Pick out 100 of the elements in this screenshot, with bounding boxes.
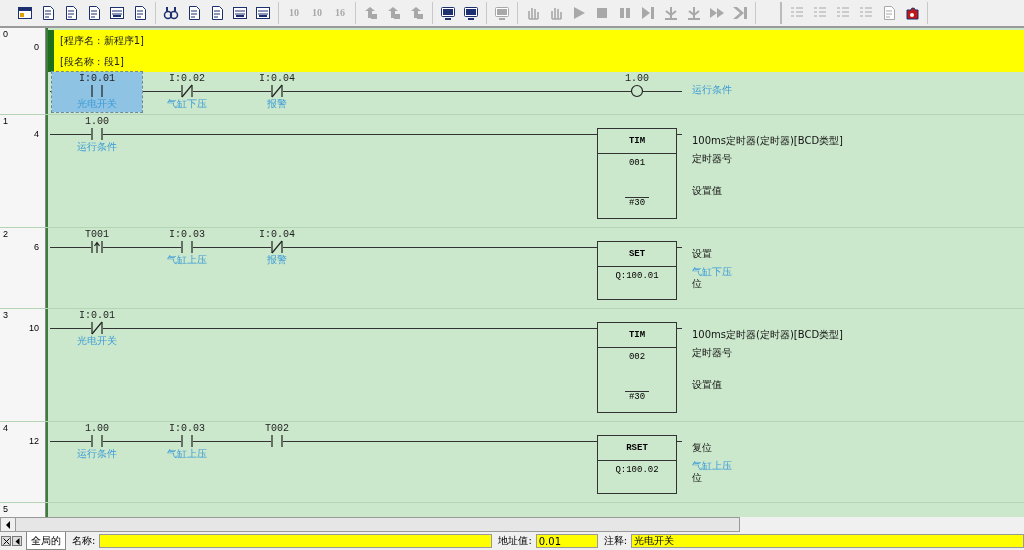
step-number: 10 bbox=[29, 323, 39, 333]
closed-contact-symbol bbox=[269, 240, 285, 254]
operand: 002 bbox=[628, 352, 646, 362]
step-icon bbox=[686, 5, 702, 21]
instruction-comment: 定时器号 bbox=[692, 153, 733, 165]
instruction-name: SET bbox=[598, 242, 676, 267]
step-number: 6 bbox=[34, 242, 39, 252]
instruction-comment: 位 bbox=[692, 472, 703, 484]
contact-comment: 报警 bbox=[267, 98, 287, 110]
panel-icon bbox=[232, 5, 248, 21]
contact-address: I:0.01 bbox=[79, 73, 115, 84]
scroll-left-button[interactable] bbox=[1, 518, 16, 531]
comment-label: 注释: bbox=[603, 534, 628, 548]
monitor-icon bbox=[463, 5, 479, 21]
contact-comment: 报警 bbox=[267, 254, 287, 266]
binoculars-icon bbox=[163, 5, 179, 21]
instruction-name: TIM bbox=[598, 129, 676, 154]
contact-address: I:0.02 bbox=[169, 73, 205, 84]
panel-icon bbox=[255, 5, 271, 21]
contact-comment: 气缸上压 bbox=[167, 448, 207, 460]
document-icon bbox=[63, 5, 79, 21]
coil-address: 1.00 bbox=[625, 73, 649, 84]
step-number: 0 bbox=[34, 42, 39, 52]
rung-number: 1 bbox=[3, 116, 8, 126]
contact-comment: 气缸上压 bbox=[167, 254, 207, 266]
contact-address: I:0.04 bbox=[259, 73, 295, 84]
contact-symbol bbox=[179, 434, 195, 448]
contact-symbol bbox=[179, 240, 195, 254]
document-icon bbox=[881, 5, 897, 21]
window-icon bbox=[17, 5, 33, 21]
step-number: 12 bbox=[29, 436, 39, 446]
contact-comment: 光电开关 bbox=[77, 98, 117, 110]
contact-address: T001 bbox=[85, 229, 109, 240]
contact-address: T002 bbox=[265, 423, 289, 434]
skip-icon bbox=[732, 5, 748, 21]
contact-comment: 运行条件 bbox=[77, 448, 117, 460]
step-number: 4 bbox=[34, 129, 39, 139]
instruction-comment: 位 bbox=[692, 278, 703, 290]
closed-contact-symbol bbox=[89, 321, 105, 335]
rising-edge-contact-symbol bbox=[89, 240, 105, 254]
step-icon bbox=[663, 5, 679, 21]
operand: Q:100.02 bbox=[615, 465, 659, 475]
contact-symbol bbox=[89, 84, 105, 98]
closed-contact-symbol bbox=[179, 84, 195, 98]
instruction-comment: 设置值 bbox=[692, 185, 723, 197]
step-icon bbox=[640, 5, 656, 21]
rung-number: 2 bbox=[3, 229, 8, 239]
document-icon bbox=[132, 5, 148, 21]
contact-symbol bbox=[89, 127, 105, 141]
operand: #30 bbox=[624, 196, 650, 208]
instruction-comment: 复位 bbox=[692, 441, 713, 454]
address-label: 地址值: bbox=[498, 534, 532, 548]
pause-icon bbox=[617, 5, 633, 21]
instruction-comment: 设置值 bbox=[692, 379, 723, 391]
horizontal-scrollbar[interactable] bbox=[0, 517, 740, 532]
name-field[interactable] bbox=[99, 534, 493, 548]
close-button[interactable] bbox=[1, 536, 11, 546]
section-name: [段名称 : 段1] bbox=[60, 54, 125, 69]
comment-field[interactable]: 光电开关 bbox=[631, 534, 1024, 548]
contact-address: I:0.01 bbox=[79, 310, 115, 321]
instruction-comment: 设置 bbox=[692, 247, 713, 260]
monitor-icon bbox=[440, 5, 456, 21]
rung-number: 5 bbox=[3, 504, 8, 514]
arrow-icon bbox=[386, 5, 402, 21]
contact-address: I:0.04 bbox=[259, 229, 295, 240]
contact-address: 1.00 bbox=[85, 423, 109, 434]
contact-comment: 光电开关 bbox=[77, 335, 117, 347]
contact-comment: 运行条件 bbox=[77, 141, 117, 153]
selection-highlight[interactable]: I:0.01 光电开关 bbox=[52, 72, 142, 112]
play-icon bbox=[571, 5, 587, 21]
scope-tab[interactable]: 全局的 bbox=[26, 532, 66, 550]
instruction-comment: 定时器号 bbox=[692, 347, 733, 359]
address-field[interactable]: 0.01 bbox=[535, 534, 598, 548]
monitor-icon bbox=[494, 5, 510, 21]
document-icon bbox=[209, 5, 225, 21]
contact-symbol bbox=[269, 434, 285, 448]
panel-icon bbox=[109, 5, 125, 21]
rung-number: 3 bbox=[3, 310, 8, 320]
document-icon bbox=[86, 5, 102, 21]
stop-icon bbox=[594, 5, 610, 21]
closed-contact-symbol bbox=[269, 84, 285, 98]
contact-address: I:0.03 bbox=[169, 423, 205, 434]
rung-number: 4 bbox=[3, 423, 8, 433]
instruction-comment: 100ms定时器(定时器)[BCD类型] bbox=[692, 134, 843, 147]
operand: 001 bbox=[628, 158, 646, 168]
arrow-icon bbox=[409, 5, 425, 21]
contact-comment: 气缸下压 bbox=[167, 98, 207, 110]
document-icon bbox=[186, 5, 202, 21]
back-button[interactable] bbox=[12, 536, 22, 546]
instruction-name: TIM bbox=[598, 323, 676, 348]
contact-address: I:0.03 bbox=[169, 229, 205, 240]
close-icon bbox=[2, 537, 10, 545]
symbol-comment: 气缸上压 bbox=[692, 460, 732, 472]
document-icon bbox=[40, 5, 56, 21]
operand: Q:100.01 bbox=[615, 271, 659, 281]
instruction-name: RSET bbox=[598, 436, 676, 461]
contact-address: 1.00 bbox=[85, 116, 109, 127]
program-name: [程序名 : 新程序1] bbox=[60, 33, 145, 48]
instruction-comment: 100ms定时器(定时器)[BCD类型] bbox=[692, 328, 843, 341]
operand: #30 bbox=[624, 390, 650, 402]
